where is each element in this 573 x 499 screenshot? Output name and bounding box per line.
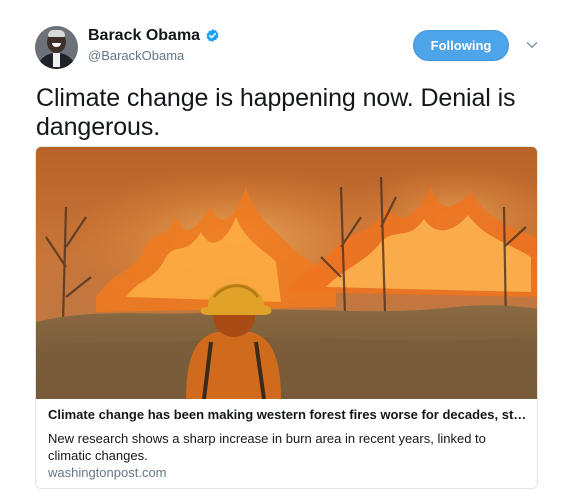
avatar-hair <box>48 30 65 37</box>
card-title[interactable]: Climate change has been making western f… <box>48 407 530 422</box>
author-name[interactable]: Barack Obama <box>88 27 200 45</box>
tweet: Barack Obama @BarackObama Following Clim… <box>0 0 573 499</box>
tweet-text: Climate change is happening now. Denial … <box>36 84 516 141</box>
card-domain[interactable]: washingtonpost.com <box>48 465 167 480</box>
author-handle[interactable]: @BarackObama <box>88 48 184 63</box>
verified-badge-icon <box>206 28 219 43</box>
link-card[interactable]: Climate change has been making western f… <box>35 146 538 489</box>
following-button[interactable]: Following <box>413 30 509 61</box>
card-image[interactable] <box>36 147 538 399</box>
avatar-shirt <box>53 53 60 67</box>
card-description: New research shows a sharp increase in b… <box>48 431 486 463</box>
avatar[interactable] <box>35 26 78 69</box>
chevron-down-icon[interactable] <box>525 38 539 52</box>
